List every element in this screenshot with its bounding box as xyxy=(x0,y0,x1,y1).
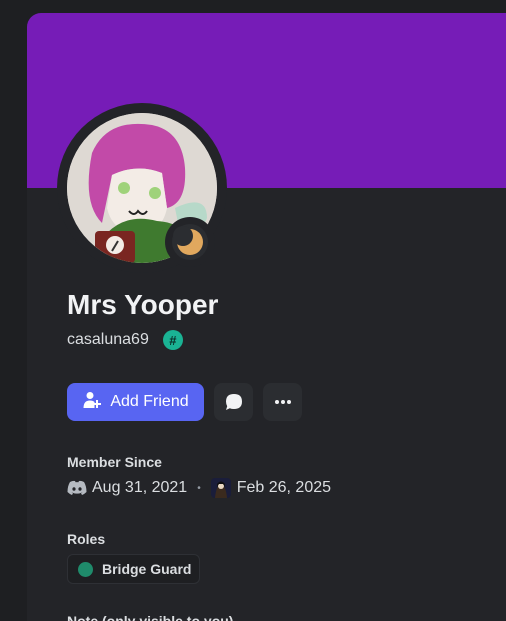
display-name: Mrs Yooper xyxy=(67,289,219,320)
more-icon xyxy=(274,400,291,404)
separator-dot: • xyxy=(197,482,201,494)
role-name: Bridge Guard xyxy=(102,561,192,577)
role-chip-bridge-guard[interactable]: Bridge Guard xyxy=(67,554,201,584)
profile-card: Mrs Yooper casaluna69 # Add Friend Membe… xyxy=(27,13,506,621)
username[interactable]: casaluna69 xyxy=(67,331,149,349)
message-button[interactable] xyxy=(214,383,253,421)
more-button[interactable] xyxy=(263,383,302,421)
add-friend-button[interactable]: Add Friend xyxy=(67,383,204,421)
avatar-container[interactable] xyxy=(57,103,227,273)
server-icon[interactable] xyxy=(210,478,231,498)
member-since-heading: Member Since xyxy=(67,454,162,470)
note-heading: Note (only visible to you) xyxy=(67,613,234,621)
status-indicator xyxy=(165,217,215,267)
discord-icon xyxy=(67,480,87,496)
profile-actions: Add Friend xyxy=(67,383,302,421)
add-friend-label: Add Friend xyxy=(110,393,189,410)
roles-heading: Roles xyxy=(67,531,106,547)
server-member-since-date: Feb 26, 2025 xyxy=(236,479,332,496)
username-row: casaluna69 # xyxy=(67,329,183,351)
member-since-row: Aug 31, 2021 • Feb 26, 2025 xyxy=(67,477,331,499)
idle-moon-icon xyxy=(172,224,208,260)
role-color-dot xyxy=(78,561,93,577)
add-friend-icon xyxy=(82,390,102,415)
hashtag-badge-icon[interactable]: # xyxy=(162,330,183,350)
discord-member-since-date: Aug 31, 2021 xyxy=(92,479,188,496)
chat-bubble-icon xyxy=(225,394,242,410)
